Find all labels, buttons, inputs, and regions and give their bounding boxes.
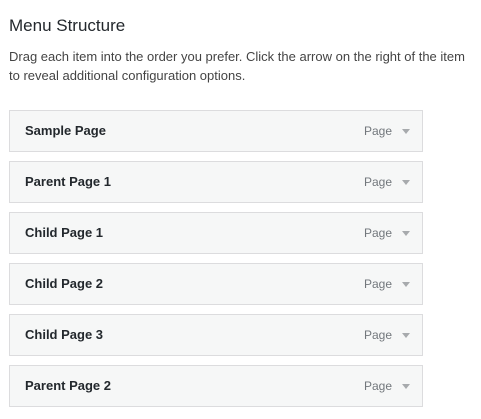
menu-item-type: Page <box>363 226 392 240</box>
menu-item-child-page-3[interactable]: Child Page 3 Page <box>9 314 423 356</box>
menu-item-type: Page <box>363 175 392 189</box>
arrow-down-icon[interactable] <box>396 223 416 243</box>
arrow-down-icon[interactable] <box>396 274 416 294</box>
menu-item-title: Sample Page <box>25 123 106 138</box>
page-title: Menu Structure <box>9 16 126 35</box>
arrow-down-icon[interactable] <box>396 325 416 345</box>
arrow-down-icon[interactable] <box>396 172 416 192</box>
menu-item-parent-page-1[interactable]: Parent Page 1 Page <box>9 161 423 203</box>
menu-item-type: Page <box>363 277 392 291</box>
menu-item-sample-page[interactable]: Sample Page Page <box>9 110 423 152</box>
menu-item-title: Parent Page 1 <box>25 174 111 189</box>
menu-item-title: Child Page 1 <box>25 225 104 240</box>
menu-item-title: Child Page 2 <box>25 276 104 291</box>
menu-item-child-page-2[interactable]: Child Page 2 Page <box>9 263 423 305</box>
menu-item-parent-page-2[interactable]: Parent Page 2 Page <box>9 365 423 407</box>
menu-structure-header: Menu Structure Drag each item into the o… <box>9 14 474 85</box>
menu-item-type: Page <box>363 379 392 393</box>
arrow-down-icon[interactable] <box>396 376 416 396</box>
menu-item-title: Child Page 3 <box>25 327 104 342</box>
menu-item-type: Page <box>363 328 392 342</box>
instructions-text: Drag each item into the order you prefer… <box>9 49 465 83</box>
menu-items-list: Sample Page Page Parent Page 1 Page Chil… <box>9 110 423 416</box>
menu-item-type: Page <box>363 124 392 138</box>
menu-item-title: Parent Page 2 <box>25 378 111 393</box>
arrow-down-icon[interactable] <box>396 121 416 141</box>
menu-item-child-page-1[interactable]: Child Page 1 Page <box>9 212 423 254</box>
